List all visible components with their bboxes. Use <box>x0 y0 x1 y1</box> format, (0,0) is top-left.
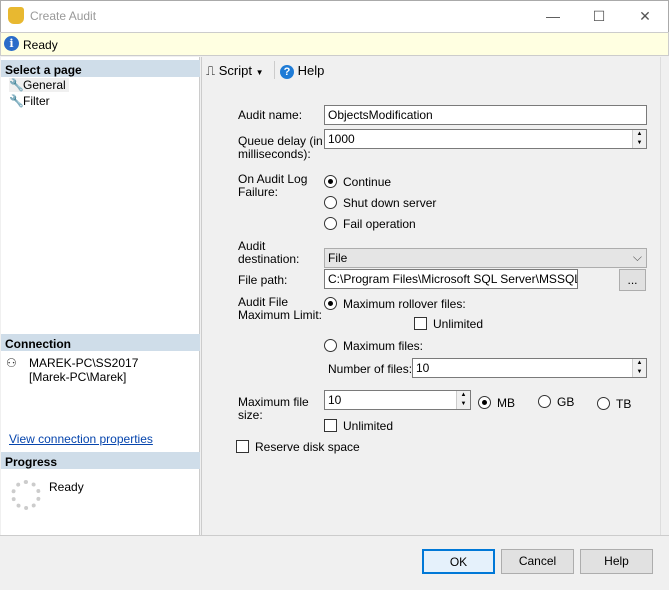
scrollbar[interactable] <box>660 57 669 535</box>
script-button[interactable]: ⎍ Script ▼ <box>206 63 264 79</box>
max-size-input[interactable]: 10 ▲ ▼ <box>324 390 471 410</box>
minimize-button[interactable]: — <box>543 6 563 26</box>
fail-operation-radio[interactable] <box>324 217 337 230</box>
page-general[interactable]: 🔧General <box>9 78 69 92</box>
max-rollover-radio[interactable] <box>324 297 337 310</box>
status-bar <box>0 32 669 56</box>
help-toolbar-button[interactable]: ? Help <box>280 63 324 79</box>
mb-label: MB <box>497 396 515 410</box>
wrench-icon: 🔧 <box>9 78 24 92</box>
toolbar-divider <box>274 61 275 79</box>
window-title: Create Audit <box>30 9 97 23</box>
rollover-unlimited-label: Unlimited <box>433 317 484 331</box>
left-pane: Select a page 🔧General 🔧Filter Connectio… <box>1 57 200 535</box>
num-files-label: Number of files: <box>328 362 413 376</box>
rollover-unlimited-checkbox[interactable] <box>414 317 427 330</box>
reserve-disk-checkbox[interactable] <box>236 440 249 453</box>
footer-divider <box>0 535 669 536</box>
select-page-header: Select a page <box>1 60 200 77</box>
max-size-spinner[interactable]: ▲ ▼ <box>456 391 470 409</box>
chevron-down-icon: ▼ <box>255 68 264 77</box>
num-files-spinner[interactable]: ▲ ▼ <box>632 359 646 377</box>
max-rollover-label: Maximum rollover files: <box>343 297 466 311</box>
file-path-label: File path: <box>238 273 288 287</box>
progress-header: Progress <box>1 452 200 469</box>
info-icon: i <box>4 36 19 51</box>
tb-radio[interactable] <box>597 397 610 410</box>
shutdown-label: Shut down server <box>343 196 437 210</box>
help-button[interactable]: Help <box>580 549 653 574</box>
max-size-label-2: size: <box>238 408 263 422</box>
destination-select[interactable]: File ⌵ <box>324 248 647 268</box>
page-filter[interactable]: 🔧Filter <box>9 94 50 108</box>
gb-label: GB <box>557 395 575 409</box>
continue-label: Continue <box>343 175 392 189</box>
num-files-input[interactable]: 10 ▲ ▼ <box>412 358 647 378</box>
failure-label-2: Failure: <box>238 185 279 199</box>
script-icon: ⎍ <box>206 63 216 78</box>
audit-name-input[interactable]: ObjectsModification <box>324 105 647 125</box>
app-icon <box>8 7 24 24</box>
destination-label-2: destination: <box>238 252 300 266</box>
continue-radio[interactable] <box>324 175 337 188</box>
max-files-radio[interactable] <box>324 339 337 352</box>
connection-icon: ⚇ <box>6 356 17 370</box>
file-path-input[interactable]: C:\Program Files\Microsoft SQL Server\MS… <box>324 269 578 289</box>
reserve-disk-label: Reserve disk space <box>255 440 360 454</box>
cancel-button[interactable]: Cancel <box>501 549 574 574</box>
title-bar <box>0 0 669 32</box>
close-button[interactable]: ✕ <box>635 6 655 26</box>
audit-name-label: Audit name: <box>238 108 303 122</box>
browse-button[interactable]: ... <box>619 269 646 291</box>
max-limit-label-2: Maximum Limit: <box>238 308 323 322</box>
size-unlimited-label: Unlimited <box>343 419 394 433</box>
wrench-icon: 🔧 <box>9 94 24 108</box>
queue-delay-label-2: milliseconds): <box>238 147 311 161</box>
queue-delay-input[interactable]: 1000 ▲ ▼ <box>324 129 647 149</box>
maximize-button[interactable]: ☐ <box>589 6 609 26</box>
queue-delay-spinner[interactable]: ▲ ▼ <box>632 130 646 148</box>
help-icon: ? <box>280 65 294 79</box>
view-connection-link[interactable]: View connection properties <box>9 432 153 446</box>
chevron-down-icon: ⌵ <box>632 250 642 264</box>
tb-label: TB <box>616 397 632 411</box>
mb-radio[interactable] <box>478 396 491 409</box>
size-unlimited-checkbox[interactable] <box>324 419 337 432</box>
ok-button[interactable]: OK <box>422 549 495 574</box>
server-name: MAREK-PC\SS2017 <box>29 356 139 370</box>
progress-spinner-icon <box>11 480 41 510</box>
user-name: [Marek-PC\Marek] <box>29 370 127 384</box>
max-files-label: Maximum files: <box>343 339 424 353</box>
gb-radio[interactable] <box>538 395 551 408</box>
status-text: Ready <box>23 38 58 52</box>
fail-operation-label: Fail operation <box>343 217 416 231</box>
shutdown-radio[interactable] <box>324 196 337 209</box>
connection-header: Connection <box>1 334 200 351</box>
progress-status: Ready <box>49 480 84 494</box>
